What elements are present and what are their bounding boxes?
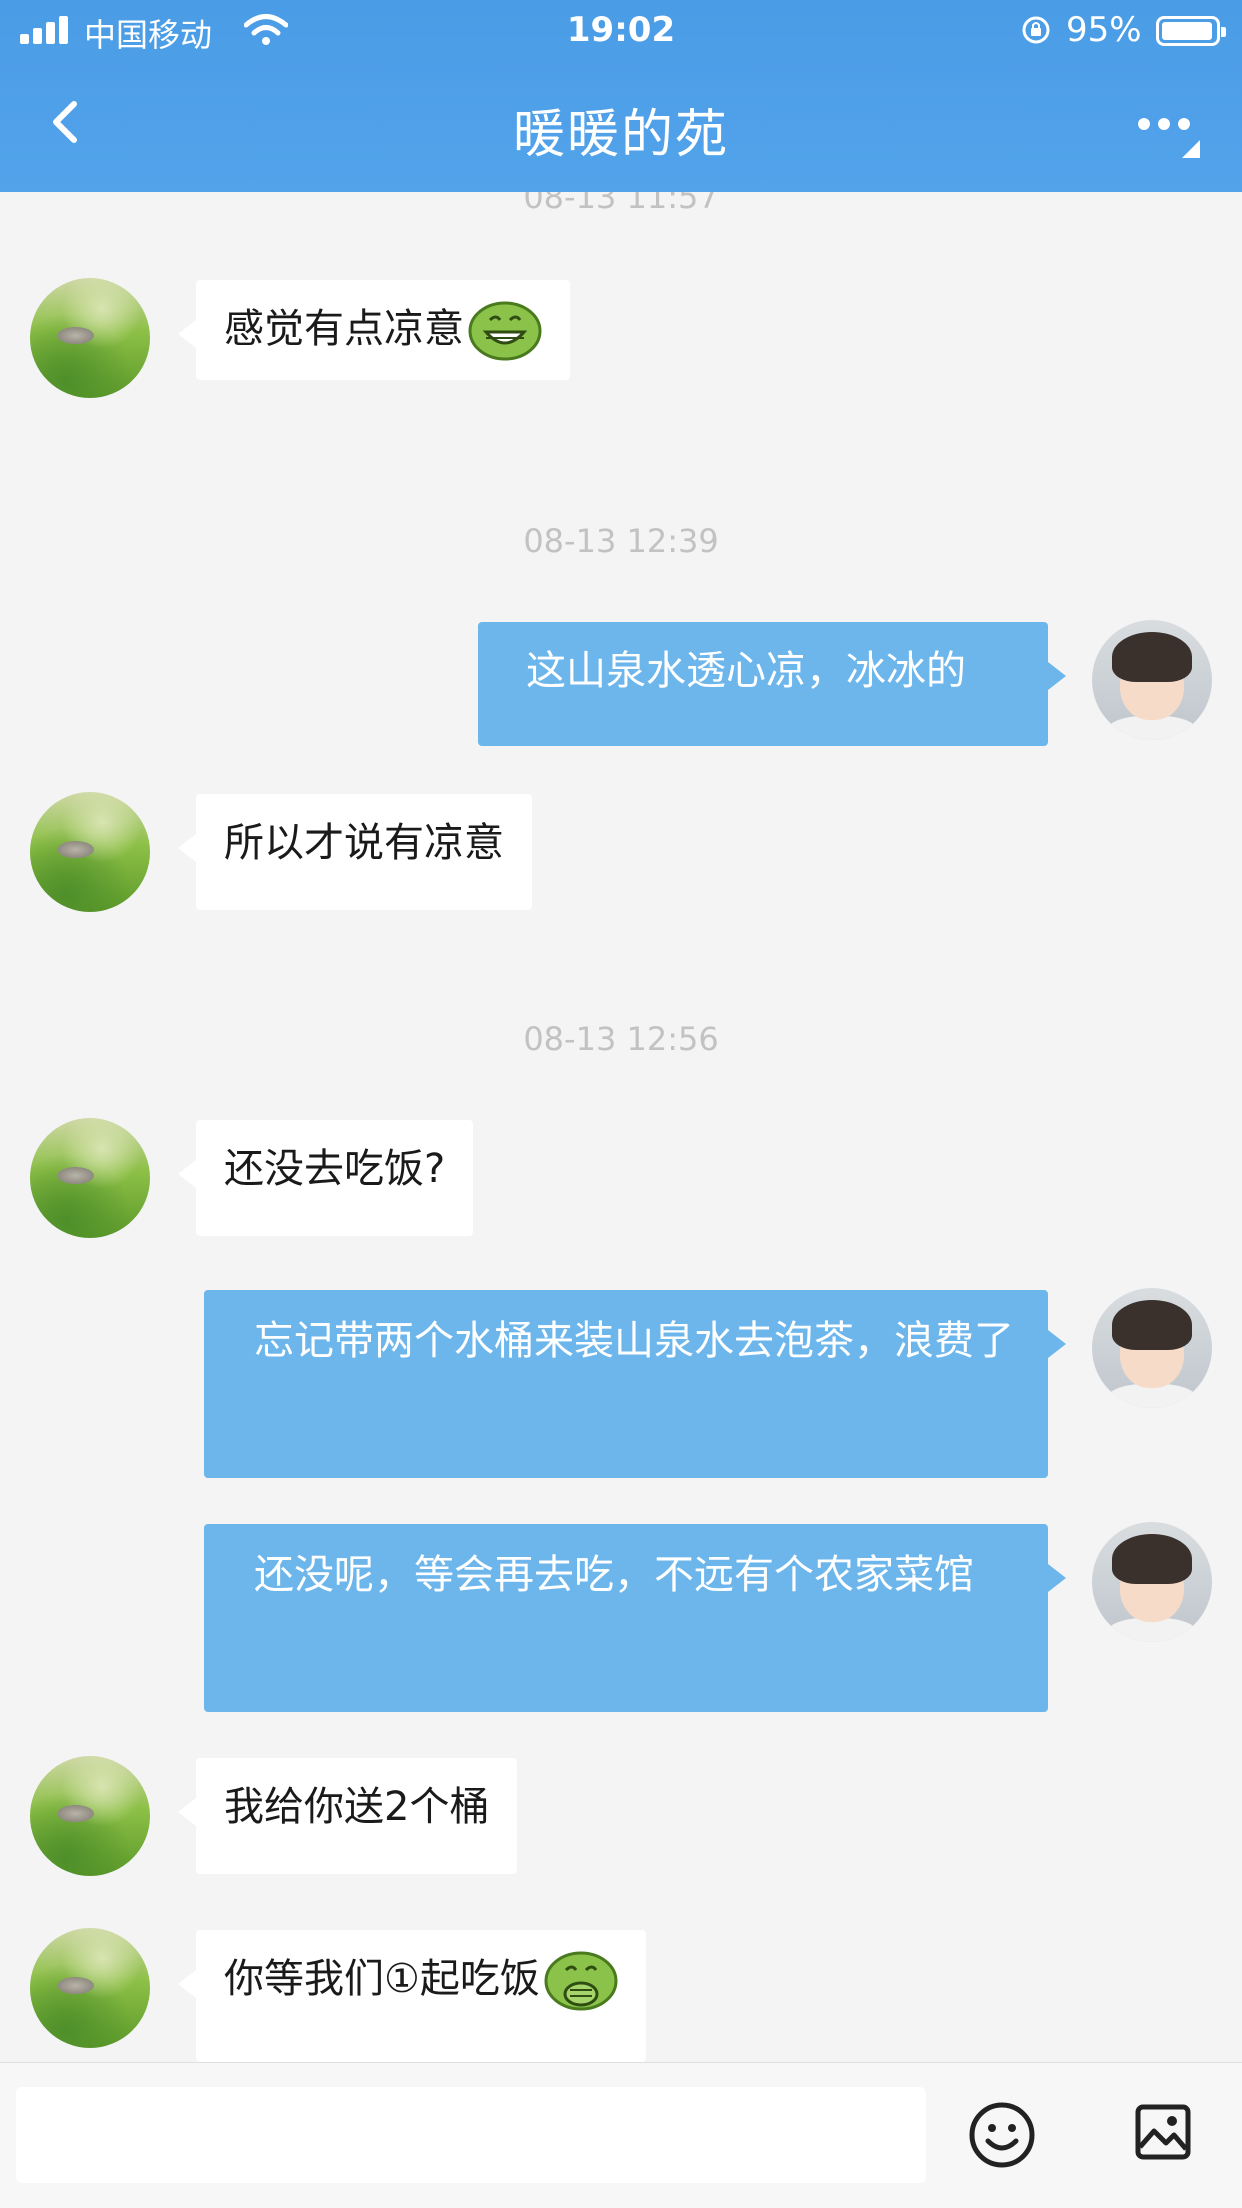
- message-bubble[interactable]: 所以才说有凉意: [178, 794, 532, 910]
- cover-mouth-emoji-icon: [544, 1951, 618, 2011]
- message-bubble[interactable]: 你等我们①起吃饭: [178, 1930, 646, 2062]
- my-avatar[interactable]: [1092, 1288, 1212, 1408]
- message-bubble[interactable]: 还没去吃饭?: [177, 1120, 474, 1236]
- message-bubble[interactable]: 还没呢，等会再去吃，不远有个农家菜馆: [204, 1524, 1066, 1712]
- image-icon[interactable]: [1134, 2103, 1192, 2161]
- timestamp: 08-13 11:57: [523, 192, 719, 216]
- message-text: 我给你送2个桶: [224, 1784, 490, 1830]
- message-bubble[interactable]: 忘记带两个水桶来装山泉水去泡茶，浪费了: [204, 1290, 1066, 1478]
- contact-avatar[interactable]: [30, 1928, 150, 2048]
- message-text: 这山泉水透心凉，冰冰的: [526, 648, 966, 694]
- message-bubble[interactable]: 我给你送2个桶: [177, 1758, 518, 1874]
- contact-avatar[interactable]: [30, 1756, 150, 1876]
- contact-avatar[interactable]: [30, 792, 150, 912]
- my-avatar[interactable]: [1092, 620, 1212, 740]
- message-text: 还没去吃饭?: [224, 1146, 446, 1192]
- message-text: 你等我们①起吃饭: [224, 1956, 540, 2002]
- timestamp: 08-13 12:56: [523, 1020, 719, 1058]
- my-avatar[interactable]: [1092, 1522, 1212, 1642]
- rotation-lock-icon: [1022, 16, 1050, 44]
- chat-title: 暖暖的苑: [512, 105, 729, 165]
- input-bar: [0, 2062, 1242, 2208]
- battery-icon: [1156, 16, 1226, 46]
- smiley-icon[interactable]: [968, 2101, 1036, 2169]
- chat-area[interactable]: 08-13 11:57 感觉有点凉意 08-13 12:39 这山泉水透心凉，冰…: [0, 192, 1242, 2062]
- message-input[interactable]: [16, 2087, 926, 2183]
- contact-avatar[interactable]: [30, 278, 150, 398]
- more-button[interactable]: [1130, 108, 1200, 158]
- contact-avatar[interactable]: [30, 1118, 150, 1238]
- message-text: 感觉有点凉意: [224, 306, 464, 352]
- message-bubble[interactable]: 这山泉水透心凉，冰冰的: [478, 622, 1066, 746]
- nav-header: 中国移动 19:02 95% 暖暖的苑: [0, 0, 1242, 192]
- message-text: 还没呢，等会再去吃，不远有个农家菜馆: [254, 1552, 974, 1598]
- message-text: 忘记带两个水桶来装山泉水去泡茶，浪费了: [254, 1318, 1014, 1364]
- timestamp: 08-13 12:39: [523, 522, 719, 560]
- message-text: 所以才说有凉意: [224, 820, 504, 866]
- battery-percent: 95%: [1066, 10, 1142, 50]
- status-bar: 中国移动 19:02 95%: [0, 0, 1242, 60]
- grin-emoji-icon: [468, 301, 542, 361]
- status-time: 19:02: [566, 10, 676, 50]
- message-bubble[interactable]: 感觉有点凉意: [178, 280, 570, 380]
